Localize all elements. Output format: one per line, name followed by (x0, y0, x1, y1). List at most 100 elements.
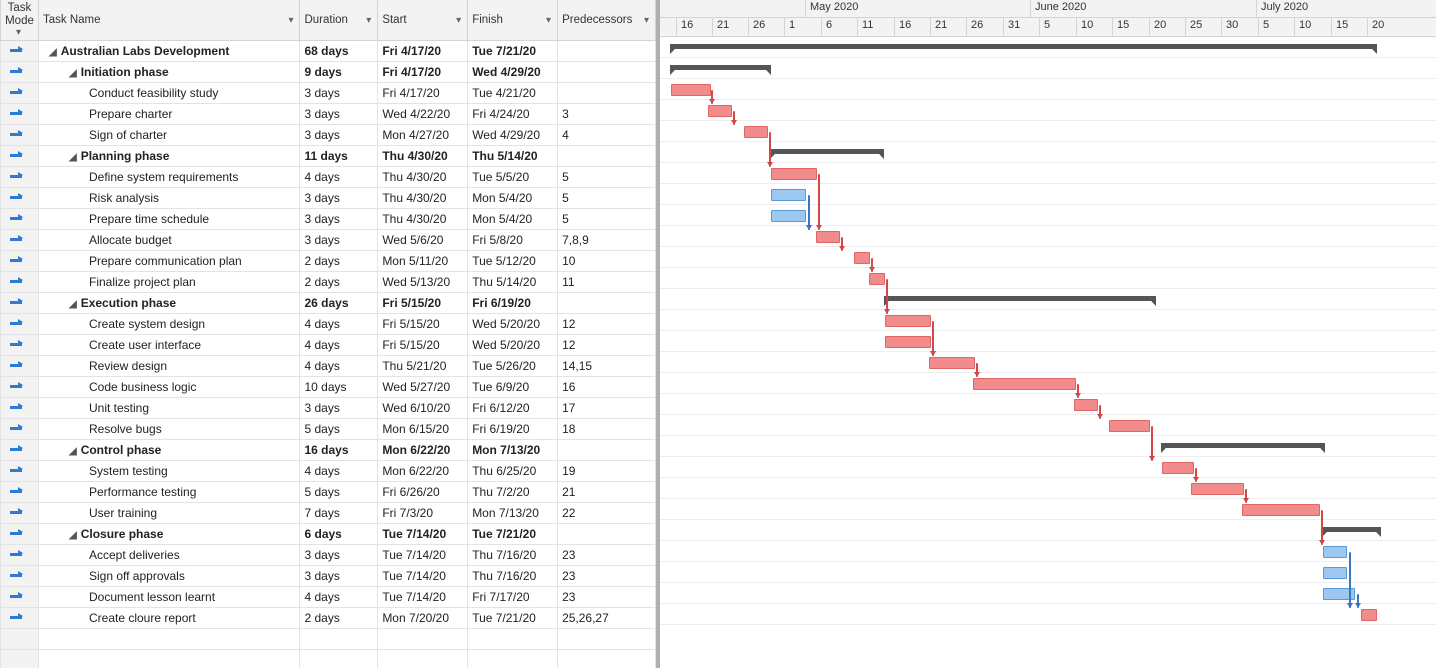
collapse-icon[interactable]: ◢ (69, 299, 77, 310)
table-row[interactable]: Create system design4 daysFri 5/15/20Wed… (1, 314, 656, 335)
task-name-cell[interactable]: Allocate budget (38, 230, 300, 251)
dur-cell[interactable]: 6 days (300, 524, 378, 545)
pred-cell[interactable] (558, 440, 656, 461)
empty-cell[interactable] (38, 650, 300, 668)
table-row[interactable]: User training7 daysFri 7/3/20Mon 7/13/20… (1, 503, 656, 524)
pred-cell[interactable]: 4 (558, 125, 656, 146)
task-name-cell[interactable]: Review design (38, 356, 300, 377)
collapse-icon[interactable]: ◢ (49, 47, 57, 58)
dur-cell[interactable]: 4 days (300, 587, 378, 608)
finish-cell[interactable]: Thu 5/14/20 (468, 272, 558, 293)
empty-cell[interactable] (558, 629, 656, 650)
empty-cell[interactable] (468, 629, 558, 650)
start-cell[interactable]: Mon 6/15/20 (378, 419, 468, 440)
finish-cell[interactable]: Tue 6/9/20 (468, 377, 558, 398)
task-bar[interactable] (1162, 462, 1194, 474)
finish-cell[interactable]: Tue 4/21/20 (468, 83, 558, 104)
start-cell[interactable]: Wed 5/13/20 (378, 272, 468, 293)
table-row[interactable] (1, 629, 656, 650)
finish-cell[interactable]: Tue 5/5/20 (468, 167, 558, 188)
start-cell[interactable]: Thu 4/30/20 (378, 167, 468, 188)
dur-cell[interactable]: 7 days (300, 503, 378, 524)
table-row[interactable]: ◢Control phase16 daysMon 6/22/20Mon 7/13… (1, 440, 656, 461)
pred-cell[interactable]: 23 (558, 566, 656, 587)
table-row[interactable]: Risk analysis3 daysThu 4/30/20Mon 5/4/20… (1, 188, 656, 209)
dur-cell[interactable]: 2 days (300, 251, 378, 272)
summary-bar[interactable] (1323, 527, 1380, 532)
dur-cell[interactable]: 2 days (300, 608, 378, 629)
col-task-mode[interactable]: Task Mode▾ (1, 0, 39, 41)
pred-cell[interactable] (558, 293, 656, 314)
finish-cell[interactable]: Thu 6/25/20 (468, 461, 558, 482)
table-row[interactable]: Prepare communication plan2 daysMon 5/11… (1, 251, 656, 272)
pred-cell[interactable] (558, 146, 656, 167)
finish-cell[interactable]: Wed 5/20/20 (468, 335, 558, 356)
task-name-cell[interactable]: Resolve bugs (38, 419, 300, 440)
summary-bar[interactable] (671, 44, 1376, 49)
task-name-cell[interactable]: Finalize project plan (38, 272, 300, 293)
table-row[interactable]: Unit testing3 daysWed 6/10/20Fri 6/12/20… (1, 398, 656, 419)
start-cell[interactable]: Fri 4/17/20 (378, 41, 468, 62)
task-name-cell[interactable]: ◢Initiation phase (38, 62, 300, 83)
task-name-cell[interactable]: Risk analysis (38, 188, 300, 209)
empty-cell[interactable] (300, 629, 378, 650)
dur-cell[interactable]: 2 days (300, 272, 378, 293)
table-row[interactable]: Accept deliveries3 daysTue 7/14/20Thu 7/… (1, 545, 656, 566)
summary-bar[interactable] (885, 296, 1155, 301)
start-cell[interactable]: Tue 7/14/20 (378, 524, 468, 545)
table-row[interactable]: Prepare charter3 daysWed 4/22/20Fri 4/24… (1, 104, 656, 125)
table-row[interactable]: Review design4 daysThu 5/21/20Tue 5/26/2… (1, 356, 656, 377)
pred-cell[interactable] (558, 524, 656, 545)
table-row[interactable]: System testing4 daysMon 6/22/20Thu 6/25/… (1, 461, 656, 482)
pred-cell[interactable] (558, 83, 656, 104)
dur-cell[interactable]: 3 days (300, 230, 378, 251)
finish-cell[interactable]: Fri 4/24/20 (468, 104, 558, 125)
task-name-cell[interactable]: ◢Australian Labs Development (38, 41, 300, 62)
task-name-cell[interactable]: Create cloure report (38, 608, 300, 629)
finish-cell[interactable]: Wed 4/29/20 (468, 125, 558, 146)
pred-cell[interactable]: 25,26,27 (558, 608, 656, 629)
pred-cell[interactable]: 14,15 (558, 356, 656, 377)
dur-cell[interactable]: 4 days (300, 461, 378, 482)
pred-cell[interactable]: 21 (558, 482, 656, 503)
start-cell[interactable]: Tue 7/14/20 (378, 545, 468, 566)
dur-cell[interactable]: 4 days (300, 335, 378, 356)
finish-cell[interactable]: Wed 5/20/20 (468, 314, 558, 335)
task-name-cell[interactable]: System testing (38, 461, 300, 482)
pred-cell[interactable] (558, 41, 656, 62)
pred-cell[interactable]: 10 (558, 251, 656, 272)
table-row[interactable]: ◢Initiation phase9 daysFri 4/17/20Wed 4/… (1, 62, 656, 83)
dur-cell[interactable]: 3 days (300, 188, 378, 209)
task-name-cell[interactable]: ◢Execution phase (38, 293, 300, 314)
dur-cell[interactable]: 3 days (300, 566, 378, 587)
dur-cell[interactable]: 3 days (300, 398, 378, 419)
pred-cell[interactable]: 12 (558, 335, 656, 356)
finish-cell[interactable]: Mon 5/4/20 (468, 188, 558, 209)
task-name-cell[interactable]: Sign of charter (38, 125, 300, 146)
dur-cell[interactable]: 5 days (300, 482, 378, 503)
table-row[interactable]: Performance testing5 daysFri 6/26/20Thu … (1, 482, 656, 503)
dur-cell[interactable]: 3 days (300, 83, 378, 104)
task-bar[interactable] (671, 84, 711, 96)
finish-cell[interactable]: Fri 6/19/20 (468, 293, 558, 314)
dur-cell[interactable]: 3 days (300, 125, 378, 146)
dur-cell[interactable]: 11 days (300, 146, 378, 167)
collapse-icon[interactable]: ◢ (69, 446, 77, 457)
empty-cell[interactable] (558, 650, 656, 668)
task-name-cell[interactable]: Performance testing (38, 482, 300, 503)
task-name-cell[interactable]: Create system design (38, 314, 300, 335)
start-cell[interactable]: Mon 7/20/20 (378, 608, 468, 629)
start-cell[interactable]: Wed 4/22/20 (378, 104, 468, 125)
table-row[interactable]: Create user interface4 daysFri 5/15/20We… (1, 335, 656, 356)
dur-cell[interactable]: 10 days (300, 377, 378, 398)
finish-cell[interactable]: Fri 5/8/20 (468, 230, 558, 251)
pred-cell[interactable]: 7,8,9 (558, 230, 656, 251)
task-bar[interactable] (1323, 567, 1347, 579)
dur-cell[interactable]: 4 days (300, 314, 378, 335)
collapse-icon[interactable]: ◢ (69, 530, 77, 541)
finish-cell[interactable]: Mon 7/13/20 (468, 440, 558, 461)
pred-cell[interactable]: 17 (558, 398, 656, 419)
pred-cell[interactable]: 3 (558, 104, 656, 125)
pred-cell[interactable]: 22 (558, 503, 656, 524)
pred-cell[interactable]: 18 (558, 419, 656, 440)
